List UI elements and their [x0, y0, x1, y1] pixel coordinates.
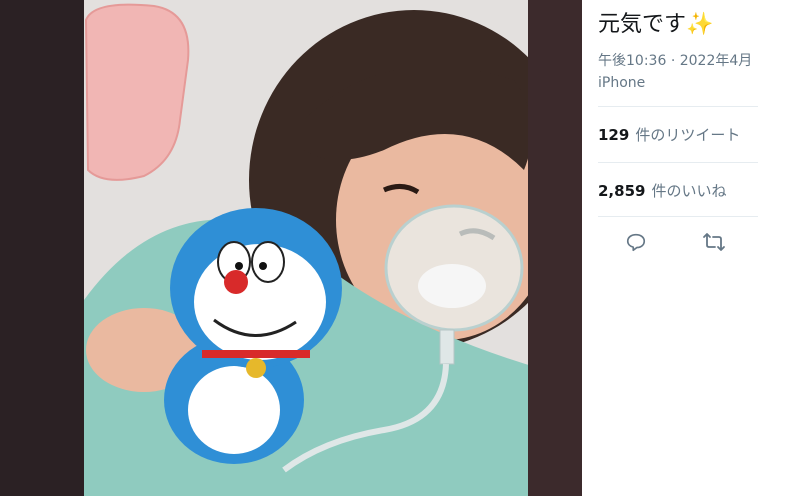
left-gutter — [0, 0, 84, 496]
divider-bottom — [598, 216, 758, 217]
photo-dark-edge — [528, 0, 582, 496]
divider-top — [598, 106, 758, 107]
tweet-time[interactable]: 午後10:36 — [598, 53, 666, 69]
likes-stat[interactable]: 2,859 件のいいね — [598, 180, 726, 201]
retweet-button[interactable] — [696, 226, 732, 258]
tweet-photo[interactable] — [84, 0, 582, 496]
meta-separator: · — [670, 53, 680, 69]
likes-label: 件のいいね — [651, 182, 727, 200]
tweet-details-panel: 元気です✨ 午後10:36 · 2022年4月 iPhone 129 件のリツイー… — [582, 0, 800, 496]
tweet-text-body: 元気です — [598, 12, 687, 37]
photo-illustration — [84, 0, 582, 496]
reply-icon — [626, 233, 646, 252]
tweet-source[interactable]: iPhone — [598, 75, 645, 91]
retweet-icon — [703, 233, 725, 251]
retweets-label: 件のリツイート — [635, 126, 741, 144]
tweet-text: 元気です✨ — [598, 6, 713, 38]
retweets-stat[interactable]: 129 件のリツイート — [598, 124, 740, 145]
divider-middle — [598, 162, 758, 163]
tweet-meta: 午後10:36 · 2022年4月 iPhone — [598, 50, 788, 94]
likes-count: 2,859 — [598, 182, 646, 200]
tweet-actions — [598, 226, 758, 258]
sparkles-icon: ✨ — [686, 12, 714, 37]
retweets-count: 129 — [598, 126, 630, 144]
tweet-date[interactable]: 2022年4月 — [680, 53, 753, 69]
reply-button[interactable] — [618, 226, 654, 258]
